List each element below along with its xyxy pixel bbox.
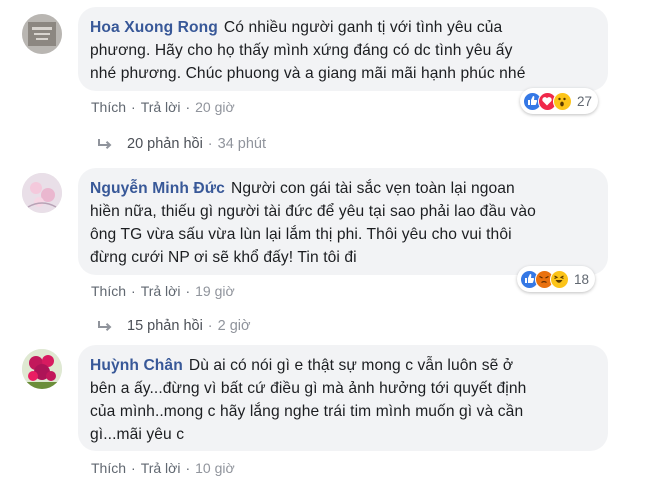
separator: ·	[131, 283, 136, 299]
haha-icon	[550, 269, 569, 289]
comment-author[interactable]: Nguyễn Minh Đức	[90, 180, 225, 197]
reply-button[interactable]: Trả lời	[141, 460, 181, 476]
reply-button[interactable]: Trả lời	[141, 99, 181, 115]
separator: ·	[185, 283, 191, 299]
comment-text-line: ông TG vừa sấu vừa lùn lại lắm thị phi. …	[90, 226, 512, 243]
replies-count-label[interactable]: 20 phản hồi	[127, 136, 203, 152]
reaction-count: 27	[577, 93, 593, 109]
view-replies[interactable]: 15 phản hồi · 2 giờ	[97, 318, 251, 334]
reply-arrow-icon	[98, 139, 112, 149]
comment-author[interactable]: Hoa Xuong Rong	[90, 19, 218, 36]
comment-text-line: gì...mãi yêu c	[90, 426, 185, 443]
separator: ·	[207, 318, 213, 334]
separator: ·	[207, 136, 213, 152]
replies-count-label[interactable]: 15 phản hồi	[127, 318, 203, 334]
avatar[interactable]	[22, 349, 62, 389]
comment-timestamp[interactable]: 19 giờ	[195, 283, 235, 299]
comment-actions: Thích · Trả lời · 10 giờ	[91, 460, 235, 476]
reaction-summary[interactable]: 18	[517, 266, 596, 292]
avatar-image	[22, 349, 62, 389]
reply-button[interactable]: Trả lời	[141, 283, 181, 299]
comment-actions: Thích · Trả lời · 20 giờ	[91, 99, 235, 115]
avatar[interactable]	[22, 173, 62, 213]
comment-author[interactable]: Huỳnh Chân	[90, 357, 183, 374]
separator: ·	[131, 460, 136, 476]
comment-bubble: Nguyễn Minh Đức Người con gái tài sắc vẹn…	[78, 168, 608, 275]
reply-arrow-icon	[98, 321, 112, 331]
comment-text-line: Dù ai có nói gì e thật sự mong c vẫn luô…	[188, 357, 514, 374]
reaction-count: 18	[574, 271, 590, 287]
comment-bubble: Hoa Xuong Rong Có nhiều người ganh tị với…	[78, 7, 608, 91]
comment-text-line: phương. Hãy cho họ thấy mình xứng đáng c…	[90, 42, 513, 59]
avatar[interactable]	[22, 14, 62, 54]
wow-icon	[553, 91, 572, 111]
replies-timestamp: 2 giờ	[217, 318, 251, 334]
avatar-image	[22, 14, 62, 54]
separator: ·	[185, 99, 191, 115]
comment-timestamp[interactable]: 20 giờ	[195, 99, 235, 115]
comment-text-line: hiền nữa, thiếu gì người tài đức để yêu …	[90, 203, 536, 220]
comment-text-line: Người con gái tài sắc vẹn toàn lại ngoan	[230, 180, 515, 197]
comment-text-line: nhé phương. Chúc phuong và a giang mãi m…	[90, 65, 526, 82]
comment-text-line: đừng cưới NP ơi sẽ khổ đấy! Tin tôi đi	[90, 249, 357, 266]
replies-timestamp: 34 phút	[217, 136, 267, 152]
comment-bubble: Huỳnh Chân Dù ai có nói gì e thật sự mong…	[78, 345, 608, 451]
like-button[interactable]: Thích	[91, 460, 126, 476]
comment-timestamp[interactable]: 10 giờ	[195, 460, 235, 476]
comment-text-line: Có nhiều người ganh tị với tình yêu của	[223, 19, 503, 36]
comment-text-line: bên a ấy...đừng vì bất cứ điều gì mà ảnh…	[90, 380, 527, 397]
comment-text-line: của mình..mong c hãy lắng nghe trái tim …	[90, 403, 524, 420]
view-replies[interactable]: 20 phản hồi · 34 phút	[97, 136, 266, 152]
comment-actions: Thích · Trả lời · 19 giờ	[91, 283, 235, 299]
separator: ·	[185, 460, 191, 476]
separator: ·	[131, 99, 136, 115]
reaction-summary[interactable]: 27	[520, 88, 599, 114]
avatar-image	[22, 173, 62, 213]
like-button[interactable]: Thích	[91, 99, 126, 115]
like-button[interactable]: Thích	[91, 283, 126, 299]
